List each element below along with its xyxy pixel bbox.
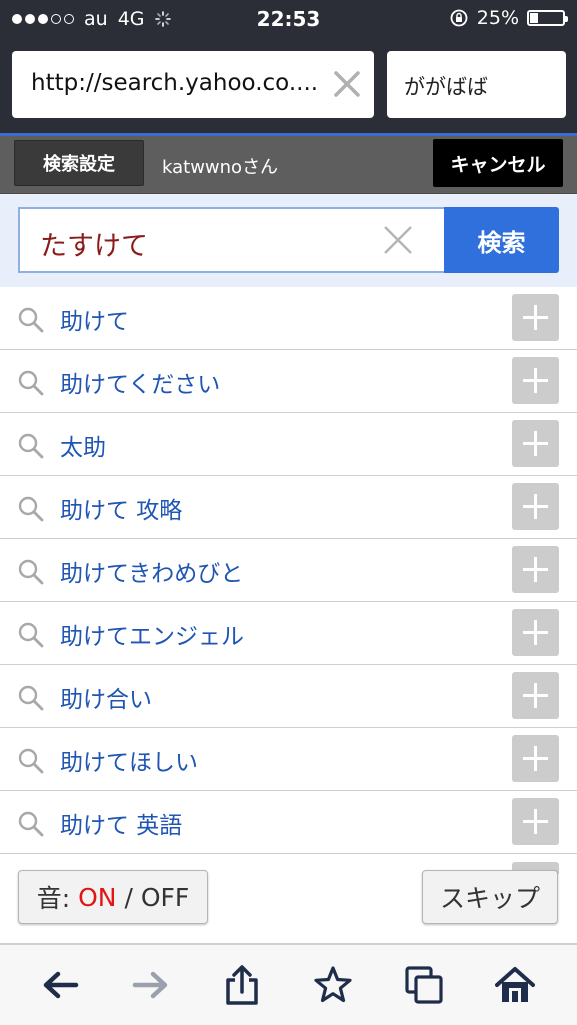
search-area: たすけて 検索 — [0, 194, 577, 287]
add-suggestion-button[interactable] — [512, 483, 559, 530]
browser-search-field[interactable]: ががばば — [387, 51, 566, 118]
search-icon — [18, 559, 44, 585]
suggestion-row[interactable]: 助けてきわめびと — [0, 539, 577, 602]
share-icon[interactable] — [222, 965, 262, 1005]
suggestion-text[interactable]: 太助 — [60, 428, 106, 462]
url-text: http://search.yahoo.co.... — [31, 70, 319, 96]
add-suggestion-button[interactable] — [512, 294, 559, 341]
sound-prefix: 音: — [36, 884, 79, 913]
status-bar: au 4G 22:53 25% — [0, 0, 577, 38]
suggestion-text[interactable]: 助けてきわめびと — [60, 554, 243, 588]
search-settings-button[interactable]: 検索設定 — [14, 140, 144, 186]
suggestion-row[interactable]: 助けてエンジェル — [0, 602, 577, 665]
clear-url-icon[interactable] — [332, 69, 362, 99]
search-icon — [18, 370, 44, 396]
search-icon — [18, 748, 44, 774]
suggestion-text[interactable]: 助けて — [60, 302, 129, 336]
suggestion-row[interactable]: 助けてほしい — [0, 728, 577, 791]
sound-off-label: OFF — [140, 882, 190, 912]
suggestion-row[interactable]: 助けて — [0, 287, 577, 350]
search-icon — [18, 433, 44, 459]
bottom-toolbar — [0, 944, 577, 1025]
suggestion-text[interactable]: 助けてエンジェル — [60, 617, 244, 651]
suggestion-row[interactable]: 助けてください — [0, 350, 577, 413]
skip-button[interactable]: スキップ — [422, 870, 558, 924]
suggestion-partial-row: 音: ON / OFF スキップ — [0, 855, 577, 944]
search-icon — [18, 685, 44, 711]
forward-arrow-icon[interactable] — [131, 965, 171, 1005]
suggestion-text[interactable]: 助けて 攻略 — [60, 491, 182, 525]
search-icon — [18, 811, 44, 837]
suggestion-row[interactable]: 助けて 攻略 — [0, 476, 577, 539]
star-icon[interactable] — [313, 965, 353, 1005]
sound-separator: / — [116, 882, 141, 912]
add-suggestion-button[interactable] — [512, 798, 559, 845]
cancel-button[interactable]: キャンセル — [433, 139, 563, 187]
settings-bar: 検索設定 katwwnoさん キャンセル — [0, 136, 577, 194]
suggestion-row[interactable]: 助け合い — [0, 665, 577, 728]
sound-toggle-button[interactable]: 音: ON / OFF — [18, 870, 208, 924]
home-icon[interactable] — [495, 965, 535, 1005]
tabs-icon[interactable] — [404, 965, 444, 1005]
add-suggestion-button[interactable] — [512, 357, 559, 404]
add-suggestion-button[interactable] — [512, 609, 559, 656]
battery-icon — [527, 10, 568, 26]
suggestion-text[interactable]: 助け合い — [60, 680, 152, 714]
search-icon — [18, 496, 44, 522]
search-icon — [18, 307, 44, 333]
search-query-text: たすけて — [40, 231, 148, 262]
search-icon — [18, 622, 44, 648]
rotation-lock-icon — [450, 9, 468, 27]
add-suggestion-button[interactable] — [512, 735, 559, 782]
suggestion-text[interactable]: 助けて 英語 — [60, 806, 182, 840]
user-name: katwwnoさん — [162, 157, 279, 178]
back-arrow-icon[interactable] — [40, 965, 80, 1005]
suggestion-list: 助けて助けてください 太助助けて 攻略助けてきわめびと 助けてエンジェル 助け合い助け… — [0, 287, 577, 854]
add-suggestion-button[interactable] — [512, 546, 559, 593]
suggestion-text[interactable]: 助けてほしい — [60, 743, 198, 777]
browser-top-area: au 4G 22:53 25% http://search.yahoo.co..… — [0, 0, 577, 136]
suggestion-row[interactable]: 助けて 英語 — [0, 791, 577, 854]
search-input[interactable]: たすけて — [18, 207, 444, 273]
battery-percent: 25% — [476, 7, 519, 29]
suggestion-row[interactable]: 太助 — [0, 413, 577, 476]
suggestion-text[interactable]: 助けてください — [60, 365, 220, 399]
add-suggestion-button[interactable] — [512, 672, 559, 719]
add-suggestion-button[interactable] — [512, 420, 559, 467]
sound-on-label: ON — [78, 882, 117, 912]
clear-query-icon[interactable] — [382, 224, 414, 256]
browser-search-text: ががばば — [404, 75, 488, 99]
search-button[interactable]: 検索 — [444, 207, 559, 273]
status-right: 25% — [449, 7, 568, 29]
url-field[interactable]: http://search.yahoo.co.... — [12, 51, 374, 118]
